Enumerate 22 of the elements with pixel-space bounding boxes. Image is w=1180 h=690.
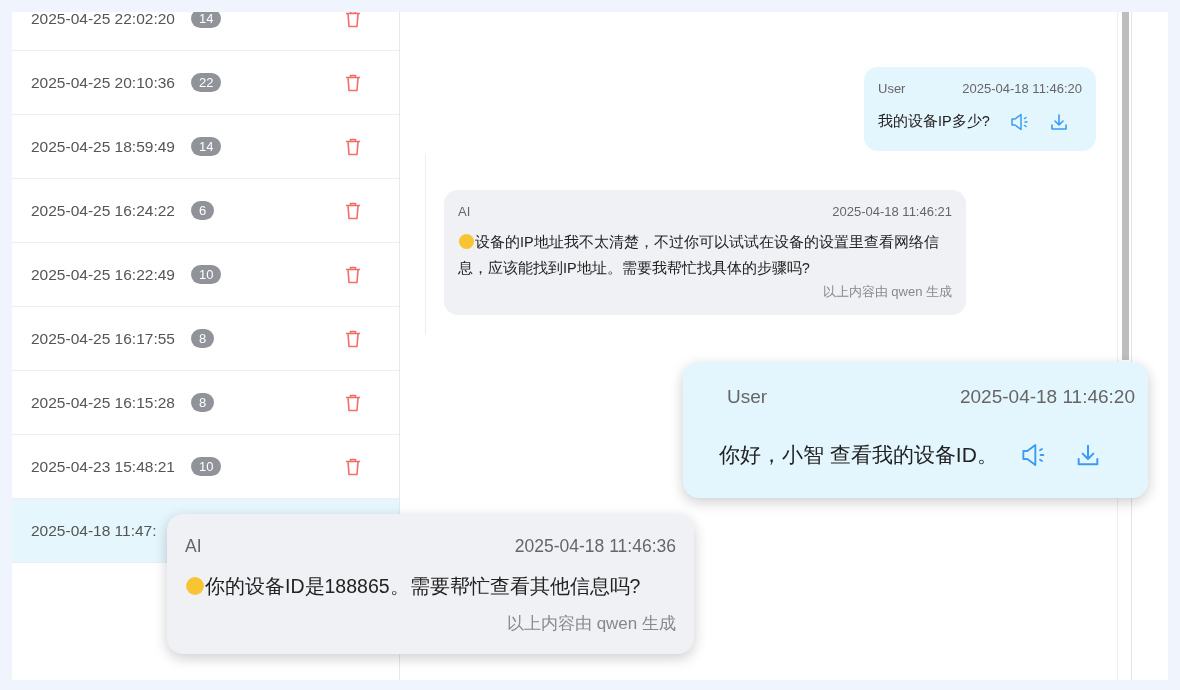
message-count: 8	[190, 329, 215, 348]
message-text: 设备的IP地址我不太清楚，不过你可以试试在设备的设置里查看网络信息，应该能找到IP地址。需要我帮忙找具体的步骤吗?	[458, 234, 939, 276]
message-time: 2025-04-18 11:46:36	[514, 536, 676, 557]
message-text: 我的设备IP多少?	[878, 112, 990, 131]
message-count: 14	[190, 12, 222, 28]
message-count: 10	[190, 265, 222, 284]
sender-name: AI	[185, 536, 202, 557]
sender-name: User	[727, 386, 768, 408]
message-text: 你好，小智 查看我的设备ID。	[719, 442, 998, 468]
sender-name: AI	[458, 204, 471, 219]
message-count: 22	[190, 73, 222, 92]
message-count: 6	[190, 201, 215, 220]
message-count: 8	[190, 393, 215, 412]
message-time: 2025-04-18 11:46:21	[832, 204, 952, 219]
message-text: 你的设备ID是188865。需要帮忙查看其他信息吗?	[205, 575, 641, 597]
message-time: 2025-04-18 11:46:20	[962, 81, 1082, 96]
message-time: 2025-04-18 11:46:20	[959, 386, 1135, 408]
message-count: 10	[190, 457, 222, 476]
model-note: 以上内容由 qwen 生成	[505, 613, 676, 635]
message-count: 14	[190, 137, 222, 156]
model-note: 以上内容由 qwen 生成	[821, 283, 952, 301]
sender-name: User	[878, 81, 906, 96]
